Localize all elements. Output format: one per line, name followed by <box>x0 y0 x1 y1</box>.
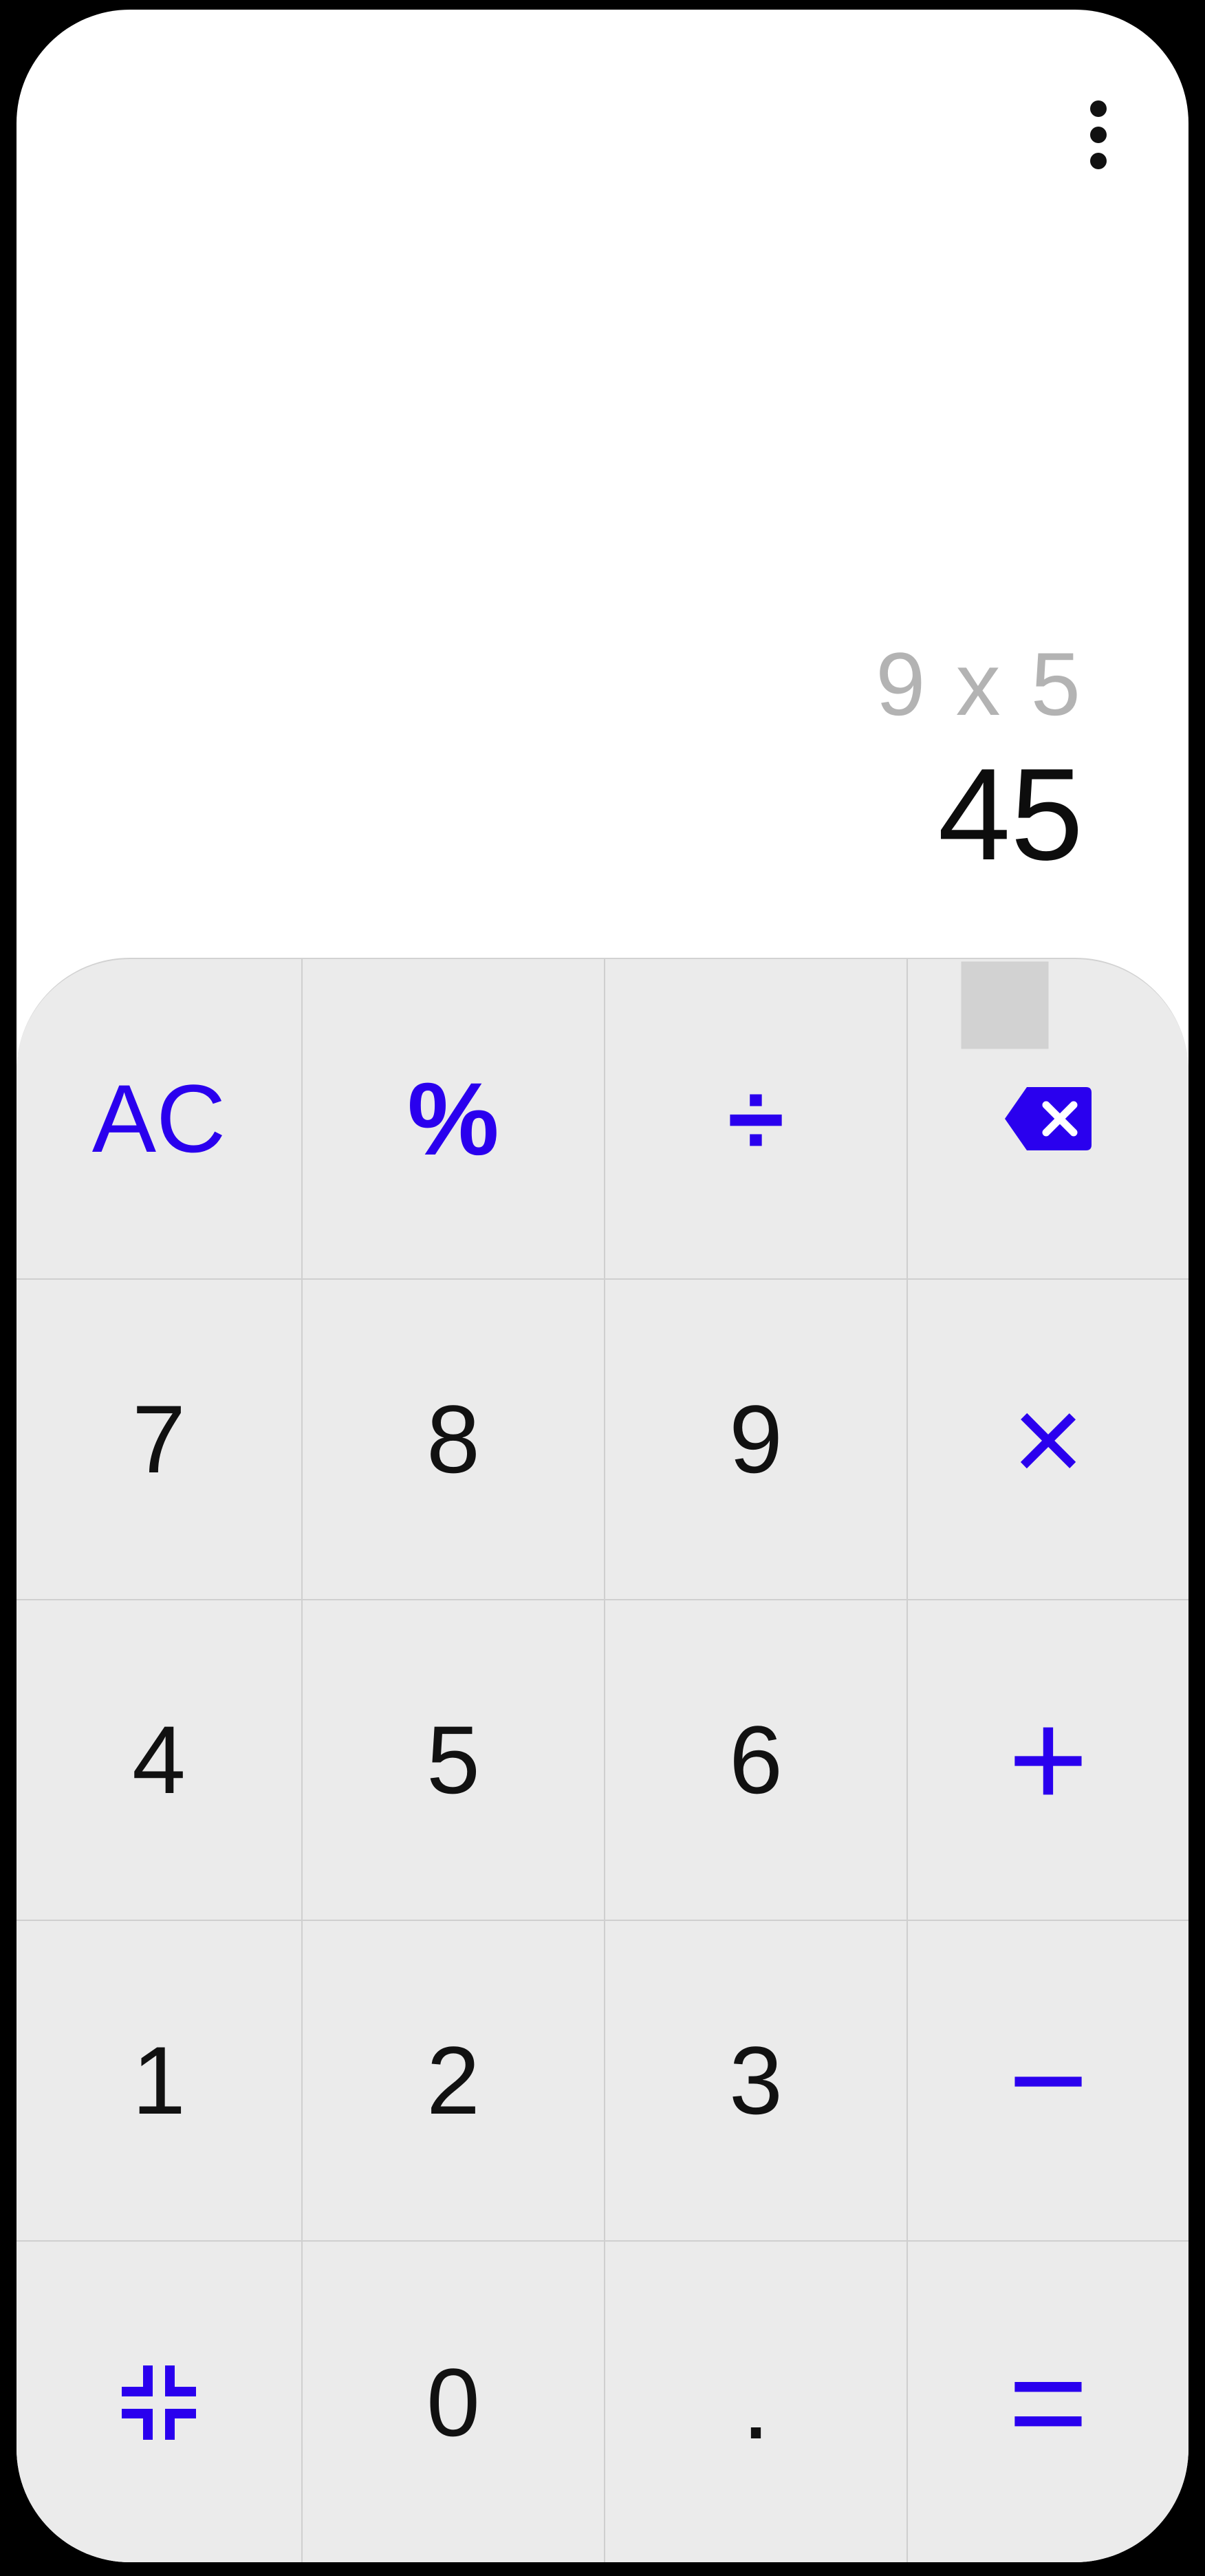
digit-3-label: 3 <box>729 2026 783 2134</box>
digit-6-label: 6 <box>729 1706 783 1814</box>
digit-8-label: 8 <box>426 1385 480 1493</box>
digit-4-button[interactable]: 4 <box>17 1600 303 1921</box>
keypad: AC % ÷ 7 8 9 × 4 5 6 + 1 2 3 − 0 . = <box>17 958 1188 2562</box>
more-vert-icon-dot <box>1090 127 1107 143</box>
digit-7-label: 7 <box>132 1385 186 1493</box>
divide-label: ÷ <box>727 1060 785 1177</box>
equals-button[interactable]: = <box>908 2242 1188 2562</box>
digit-5-button[interactable]: 5 <box>303 1600 605 1921</box>
calculator-screen: 9 x 5 45 AC % ÷ 7 8 9 × 4 5 6 + 1 2 3 − … <box>17 10 1188 2562</box>
result-text: 45 <box>937 742 1083 888</box>
clear-button[interactable]: AC <box>17 959 303 1280</box>
multiply-button[interactable]: × <box>908 1280 1188 1600</box>
more-vert-icon-dot <box>1090 153 1107 169</box>
digit-0-button[interactable]: 0 <box>303 2242 605 2562</box>
minus-button[interactable]: − <box>908 1921 1188 2242</box>
minus-label: − <box>1008 2004 1089 2157</box>
digit-1-button[interactable]: 1 <box>17 1921 303 2242</box>
digit-4-label: 4 <box>132 1706 186 1814</box>
backspace-icon <box>1005 1087 1092 1150</box>
digit-8-button[interactable]: 8 <box>303 1280 605 1600</box>
multiply-label: × <box>1012 1370 1085 1509</box>
digit-3-button[interactable]: 3 <box>605 1921 908 2242</box>
digit-2-label: 2 <box>426 2026 480 2134</box>
decimal-button[interactable]: . <box>605 2242 908 2562</box>
digit-9-label: 9 <box>729 1385 783 1493</box>
digit-2-button[interactable]: 2 <box>303 1921 605 2242</box>
divide-button[interactable]: ÷ <box>605 959 908 1280</box>
digit-7-button[interactable]: 7 <box>17 1280 303 1600</box>
digit-5-label: 5 <box>426 1706 480 1814</box>
digit-0-label: 0 <box>426 2348 480 2456</box>
decimal-label: . <box>741 2344 770 2460</box>
backspace-button[interactable] <box>908 959 1188 1280</box>
percent-button[interactable]: % <box>303 959 605 1280</box>
clear-label: AC <box>91 1064 226 1172</box>
more-options-button[interactable] <box>1074 94 1123 176</box>
plus-label: + <box>1008 1683 1089 1836</box>
digit-1-label: 1 <box>132 2026 186 2134</box>
more-vert-icon <box>1090 100 1107 117</box>
collapse-button[interactable] <box>17 2242 303 2562</box>
percent-label: % <box>407 1060 499 1177</box>
display: 9 x 5 45 <box>876 639 1083 880</box>
collapse-icon <box>122 2365 196 2440</box>
digit-9-button[interactable]: 9 <box>605 1280 908 1600</box>
equals-label: = <box>1008 2326 1089 2479</box>
digit-6-button[interactable]: 6 <box>605 1600 908 1921</box>
plus-button[interactable]: + <box>908 1600 1188 1921</box>
expression-text: 9 x 5 <box>876 634 1083 734</box>
